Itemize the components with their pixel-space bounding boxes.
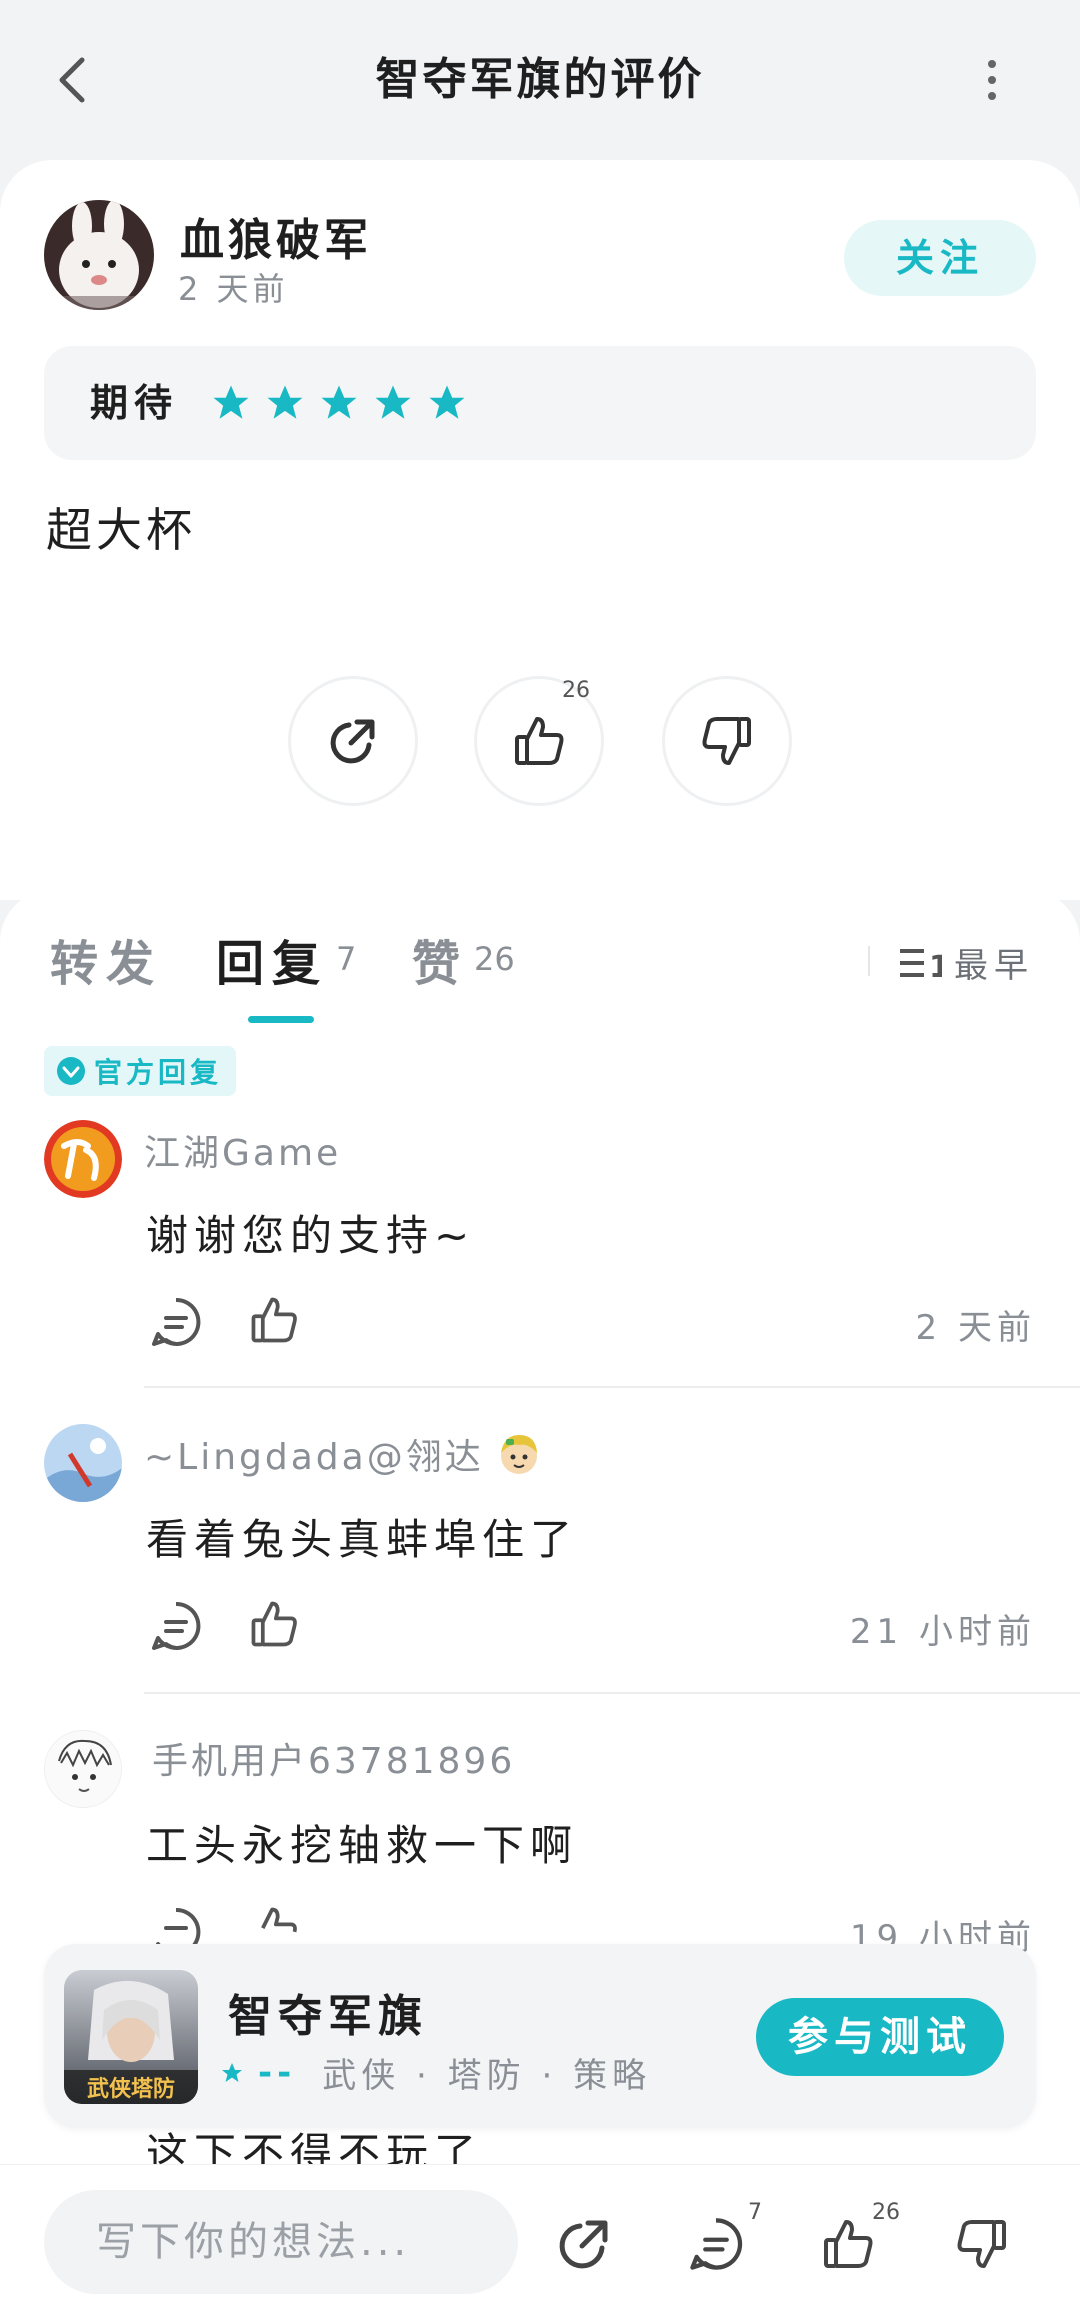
more-vertical-icon (988, 60, 996, 100)
tab-reply[interactable]: 回复 (216, 924, 328, 994)
comment-text: 谢谢您的支持~ (146, 1211, 476, 1260)
game-score: -- (258, 2052, 297, 2093)
post-time: 2 天前 (178, 270, 289, 308)
game-cover-image[interactable]: 武侠塔防 (64, 1970, 198, 2104)
game-cover-text: 武侠塔防 (87, 2076, 175, 2102)
bottom-comment-count: 7 (748, 2200, 762, 2225)
thumbs-down-icon (957, 2220, 1006, 2268)
comment-avatar[interactable] (44, 1424, 122, 1502)
game-name[interactable]: 智夺军旗 (228, 1980, 428, 2044)
rating-star-icon (213, 385, 249, 419)
sketch-avatar-image (45, 1731, 121, 1807)
rating-star-icon (267, 385, 303, 419)
rating-star-icon (375, 385, 411, 419)
more-options-button[interactable] (972, 50, 1012, 110)
thumbs-up-icon (515, 717, 564, 765)
score-star-icon (222, 2062, 242, 2082)
author-name[interactable]: 血狼破军 (180, 204, 372, 268)
thumbs-up-icon (251, 1297, 297, 1343)
comment-divider (144, 1692, 1080, 1694)
dislike-button[interactable] (662, 676, 792, 806)
like-count: 26 (562, 678, 590, 703)
comment-divider (144, 1386, 1080, 1388)
thumbs-up-icon (824, 2220, 873, 2268)
join-test-button[interactable]: 参与测试 (756, 1998, 1004, 2076)
comment-text: 看着兔头真蚌埠住了 (146, 1515, 579, 1564)
comment-author[interactable]: 江湖Game (144, 1124, 341, 1176)
game-cover-art: 武侠塔防 (64, 1970, 198, 2104)
tab-like[interactable]: 赞 (412, 924, 468, 994)
comment-like-button[interactable] (238, 1284, 310, 1356)
comment-time: 21 小时前 (849, 1612, 1036, 1652)
comment-icon (152, 1297, 201, 1346)
comment-author-row: ~Lingdada@翎达 (144, 1428, 544, 1480)
rating-stars (210, 372, 468, 434)
bottom-comment-button[interactable] (680, 2208, 752, 2280)
comment-avatar[interactable] (44, 1120, 122, 1198)
rating-star-icon (429, 385, 465, 419)
sort-divider (868, 946, 870, 976)
game-meta: -- 武侠 · 塔防 · 策略 (220, 2048, 651, 2097)
review-text: 超大杯 (46, 503, 196, 557)
landscape-avatar-image (44, 1424, 122, 1502)
comment-icon (152, 1601, 201, 1650)
official-reply-label: 官方回复 (94, 1056, 223, 1089)
comment-author[interactable]: ~Lingdada@翎达 (144, 1428, 484, 1480)
comment-avatar[interactable] (44, 1730, 122, 1808)
reply-button[interactable] (140, 1286, 212, 1358)
page-title: 智夺军旗的评价 (375, 54, 705, 105)
active-tab-indicator (248, 1016, 314, 1023)
share-icon (559, 2220, 608, 2269)
share-button[interactable] (288, 676, 418, 806)
bottom-dislike-button[interactable] (946, 2208, 1018, 2280)
rating-label: 期待 (90, 381, 179, 425)
tab-forward[interactable]: 转发 (50, 924, 162, 994)
bunny-avatar-image (44, 200, 154, 310)
thumbs-up-icon (251, 1601, 297, 1647)
official-reply-badge: 官方回复 (44, 1046, 237, 1096)
jianghu-logo-icon (44, 1120, 122, 1198)
reply-button[interactable] (140, 1590, 212, 1662)
comment-time: 2 天前 (915, 1308, 1036, 1348)
svg-text:1: 1 (929, 950, 942, 981)
follow-button[interactable]: 关注 (844, 220, 1036, 296)
comment-input[interactable]: 写下你的想法... (44, 2190, 518, 2294)
rating-star-icon (321, 385, 357, 419)
cartoon-badge-icon (500, 1435, 537, 1474)
bottom-like-count: 26 (872, 2200, 900, 2225)
comment-text: 工头永挖轴救一下啊 (146, 1821, 579, 1870)
thumbs-down-icon (702, 717, 751, 765)
author-avatar[interactable] (44, 200, 154, 310)
sort-button[interactable]: 1 最早 (898, 938, 1034, 987)
comment-icon (690, 2218, 743, 2270)
tab-reply-count: 7 (336, 940, 357, 978)
sort-label: 最早 (954, 946, 1034, 986)
share-icon (330, 719, 375, 764)
bottom-share-button[interactable] (548, 2208, 620, 2280)
sort-list-icon: 1 (900, 948, 942, 981)
comment-author[interactable]: 手机用户63781896 (152, 1732, 515, 1784)
game-tags: 武侠 · 塔防 · 策略 (322, 2056, 652, 2096)
official-heart-icon (57, 1057, 85, 1085)
comment-like-button[interactable] (238, 1588, 310, 1660)
rating-box (44, 346, 1036, 460)
tab-like-count: 26 (474, 940, 515, 978)
